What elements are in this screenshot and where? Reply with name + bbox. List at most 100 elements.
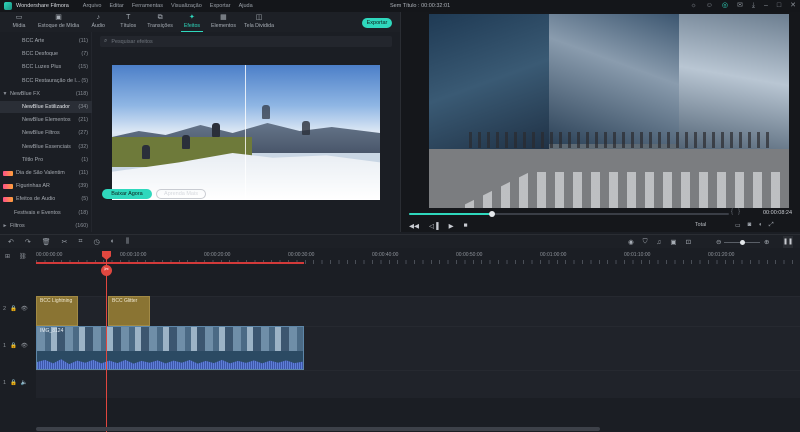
- preview-skier: [142, 145, 150, 159]
- category-item[interactable]: NewBlue Elementos (21): [0, 114, 92, 126]
- zoom-in-icon[interactable]: ⊕: [764, 238, 769, 246]
- render-icon[interactable]: ◉: [628, 238, 634, 246]
- category-item[interactable]: ▼ NewBlue FX (118): [0, 88, 92, 100]
- link-icon[interactable]: ⛓: [19, 253, 27, 260]
- color-icon[interactable]: ◐: [111, 238, 115, 246]
- lightbulb-icon[interactable]: ☼: [690, 1, 696, 11]
- fit-icon[interactable]: ⊡: [686, 238, 691, 246]
- playback-progress-bar[interactable]: [409, 211, 729, 217]
- play-back-icon[interactable]: ◁▐: [429, 222, 439, 230]
- tab-label: Elementos: [210, 23, 236, 29]
- menu-exportar[interactable]: Exportar: [210, 3, 231, 9]
- play-icon[interactable]: ▶: [449, 222, 454, 230]
- tab-audio[interactable]: ♪ Áudio: [87, 12, 109, 29]
- learn-more-button[interactable]: Aprenda Mais: [156, 189, 206, 199]
- person-icon[interactable]: ☺: [706, 1, 713, 11]
- chevron-down-icon[interactable]: ▼: [0, 91, 10, 97]
- add-track-icon[interactable]: ⊞: [5, 253, 10, 260]
- mic-icon[interactable]: ♫: [657, 239, 662, 246]
- category-item[interactable]: BCC Desfoque (7): [0, 48, 92, 60]
- category-item[interactable]: NewBlue Filtros (27): [0, 127, 92, 139]
- category-item[interactable]: ► Filtros (160): [0, 220, 92, 232]
- category-name: BCC Restauração de I...: [22, 77, 81, 84]
- lock-icon[interactable]: 🔒: [10, 306, 17, 312]
- buy-now-button[interactable]: Baixar Agora: [102, 189, 152, 199]
- search-box[interactable]: ⌕ Pesquisar efeitos: [100, 36, 392, 47]
- category-item[interactable]: Tiltlo Pro (1): [0, 154, 92, 166]
- lock-icon[interactable]: 🔒: [10, 380, 17, 386]
- headset-icon[interactable]: ◎: [722, 1, 728, 11]
- tab-estoque-de-midia[interactable]: ▣ Estoque de Mídia: [38, 12, 79, 29]
- tab-efeitos[interactable]: ✦ Efeitos: [180, 12, 203, 32]
- video-clip[interactable]: IMG_8124: [36, 326, 304, 370]
- folder-icon: ▭: [15, 14, 23, 21]
- timeline-ruler[interactable]: 00:00:00:00 00:00:10:00 00:00:20:00 00:00:3…: [0, 250, 800, 264]
- prev-frame-icon[interactable]: ◀◀: [409, 222, 419, 230]
- category-item[interactable]: Festivais e Eventos (18): [0, 207, 92, 219]
- elements-icon: ▦: [220, 14, 227, 21]
- export-button[interactable]: Exportar: [362, 18, 392, 28]
- snapshot-icon[interactable]: ▣: [670, 238, 676, 246]
- menu-visualizacao[interactable]: Visualização: [171, 3, 202, 9]
- delete-icon[interactable]: 🗑: [42, 238, 51, 246]
- category-item[interactable]: Figurinhas AR (39): [0, 180, 92, 192]
- tab-midia[interactable]: ▭ Mídia: [8, 12, 30, 29]
- pause-icon[interactable]: ❚❚: [783, 236, 793, 248]
- progress-handle[interactable]: [489, 211, 496, 217]
- chevron-right-icon[interactable]: ►: [0, 223, 10, 229]
- maximize-icon[interactable]: □: [777, 1, 781, 11]
- volume-icon[interactable]: ◖: [758, 222, 762, 229]
- undo-icon[interactable]: ↶: [8, 238, 14, 246]
- eye-icon[interactable]: 👁: [21, 343, 28, 349]
- menu-editar[interactable]: Editar: [109, 3, 123, 9]
- close-icon[interactable]: ✕: [790, 1, 796, 11]
- effect-clip[interactable]: BCC Lightning: [36, 296, 78, 326]
- effect-clip[interactable]: BCC Glitter: [108, 296, 150, 326]
- crop-icon[interactable]: ⌗: [79, 238, 83, 246]
- zoom-slider[interactable]: [724, 240, 760, 245]
- cut-icon[interactable]: ✂: [62, 238, 68, 246]
- title-icons: ☼ ☺ ◎ ✉ ⤓ – □ ✕: [690, 1, 796, 11]
- tab-transicoes[interactable]: ⧉ Transições: [147, 12, 173, 29]
- camera-icon[interactable]: ◙: [748, 222, 752, 229]
- category-count: (39): [78, 183, 88, 190]
- mail-icon[interactable]: ✉: [737, 1, 743, 11]
- clip-title: IMG_8124: [40, 328, 64, 334]
- category-item[interactable]: Efeitos de Áudio (5): [0, 193, 92, 205]
- ruler-time-label: 00:00:10:00: [120, 252, 147, 258]
- speed-icon[interactable]: ◷: [93, 238, 99, 246]
- tab-tela-dividida[interactable]: ◫ Tela Dividida: [244, 12, 274, 29]
- menu-arquivo[interactable]: Arquivo: [83, 3, 102, 9]
- search-input[interactable]: Pesquisar efeitos: [111, 39, 152, 45]
- category-item[interactable]: NewBlue Essenciais (32): [0, 141, 92, 153]
- lock-icon[interactable]: 🔒: [10, 343, 17, 349]
- tab-elementos[interactable]: ▦ Elementos: [211, 12, 236, 29]
- category-item[interactable]: Dia de São Valentim (11): [0, 167, 92, 179]
- tab-label: Tela Dividida: [243, 23, 275, 29]
- audio-mixer-icon[interactable]: ⫼: [126, 238, 129, 246]
- minimize-icon[interactable]: –: [764, 1, 768, 11]
- shield-icon[interactable]: ⛉: [643, 238, 648, 246]
- category-item[interactable]: BCC Luzes Plus (15): [0, 61, 92, 73]
- category-item[interactable]: BCC Arte (11): [0, 35, 92, 47]
- marker-brackets-icon[interactable]: { }: [731, 209, 740, 215]
- fullscreen-icon[interactable]: ⤢: [769, 222, 774, 229]
- speaker-icon[interactable]: 🔈: [21, 380, 28, 386]
- menu-ferramentas[interactable]: Ferramentas: [132, 3, 163, 9]
- category-item[interactable]: BCC Restauração de I... (5): [0, 75, 92, 87]
- stop-icon[interactable]: ■: [464, 222, 468, 230]
- category-item[interactable]: NewBlue Estilizador (34): [0, 101, 92, 113]
- eye-icon[interactable]: 👁: [21, 306, 28, 312]
- scissors-icon[interactable]: ✂: [101, 265, 112, 276]
- download-icon[interactable]: ⤓: [752, 1, 755, 11]
- timeline-horizontal-scrollbar[interactable]: [36, 427, 600, 431]
- zoom-slider-handle[interactable]: [740, 240, 745, 245]
- redo-icon[interactable]: ↷: [25, 238, 31, 246]
- zoom-out-icon[interactable]: ⊖: [716, 238, 721, 246]
- quality-select[interactable]: Total: [695, 222, 725, 231]
- clip-title: BCC Glitter: [112, 298, 138, 304]
- monitor-icon[interactable]: ▭: [735, 222, 741, 229]
- menu-ajuda[interactable]: Ajuda: [239, 3, 253, 9]
- playhead[interactable]: [106, 252, 107, 432]
- tab-titulos[interactable]: T Títulos: [117, 12, 139, 29]
